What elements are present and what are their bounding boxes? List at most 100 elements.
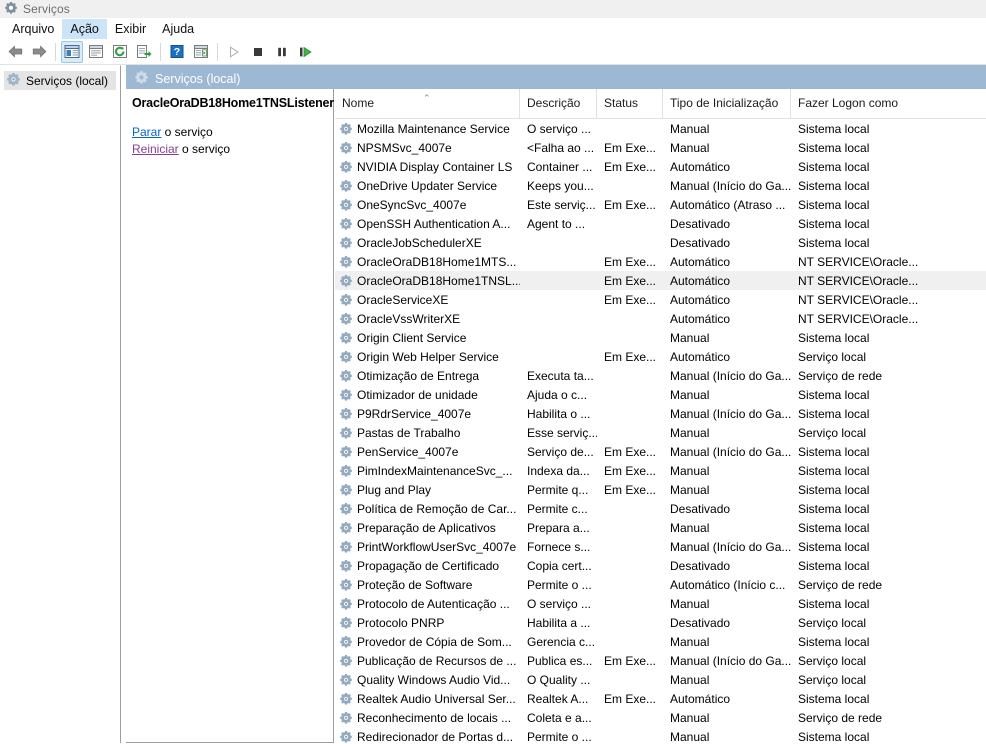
column-header-status[interactable]: Status bbox=[597, 89, 663, 118]
cell-nome: Proteção de Software bbox=[335, 578, 520, 592]
service-name-label: Provedor de Cópia de Som... bbox=[357, 634, 512, 649]
cell-nome: Redirecionador de Portas d... bbox=[335, 730, 520, 743]
service-name-label: Reconhecimento de locais ... bbox=[357, 710, 512, 725]
table-row[interactable]: Protocolo de Autenticação ... O serviço .… bbox=[335, 594, 986, 613]
cell-tipo-inicializacao: Desativado bbox=[670, 615, 731, 630]
table-row[interactable]: P9RdrService_4007e Habilita o ... Manual (… bbox=[335, 404, 986, 423]
cell-descricao: Copia cert... bbox=[527, 558, 592, 573]
properties-icon[interactable] bbox=[85, 41, 107, 63]
table-row[interactable]: OracleOraDB18Home1MTS... Em Exe... Automát… bbox=[335, 252, 986, 271]
menu-arquivo[interactable]: Arquivo bbox=[4, 19, 62, 39]
table-row[interactable]: OracleServiceXE Em Exe... Automático NT SER… bbox=[335, 290, 986, 309]
table-row[interactable]: Quality Windows Audio Vid... O Quality ..… bbox=[335, 670, 986, 689]
table-row[interactable]: OracleOraDB18Home1TNSL... Em Exe... Automá… bbox=[335, 271, 986, 290]
start-service-icon[interactable] bbox=[223, 41, 245, 63]
console-tree-pane: Serviços (local) bbox=[0, 65, 121, 743]
cell-nome: Plug and Play bbox=[335, 483, 520, 497]
refresh-icon[interactable] bbox=[109, 41, 131, 63]
help-icon[interactable]: ? bbox=[166, 41, 188, 63]
table-row[interactable]: Protocolo PNRP Habilita a ... Desativado Se… bbox=[335, 613, 986, 632]
cell-tipo-inicializacao: Manual (Início do Ga... bbox=[670, 406, 791, 421]
service-name-label: PrintWorkflowUserSvc_4007e bbox=[357, 539, 517, 554]
cell-nome: Realtek Audio Universal Ser... bbox=[335, 692, 520, 706]
table-row[interactable]: Mozilla Maintenance Service O serviço ...… bbox=[335, 119, 986, 138]
table-row[interactable]: OneSyncSvc_4007e Este serviç... Em Exe... A… bbox=[335, 195, 986, 214]
cell-tipo-inicializacao: Manual (Início do Ga... bbox=[670, 368, 791, 383]
table-row[interactable]: PimIndexMaintenanceSvc_... Indexa da... Em… bbox=[335, 461, 986, 480]
show-action-pane-icon[interactable] bbox=[190, 41, 212, 63]
cell-descricao: Executa ta... bbox=[527, 368, 594, 383]
table-row[interactable]: Publicação de Recursos de ... Publica es.… bbox=[335, 651, 986, 670]
table-row[interactable]: Proteção de Software Permite o ... Automát… bbox=[335, 575, 986, 594]
table-row[interactable]: Origin Web Helper Service Em Exe... Automá… bbox=[335, 347, 986, 366]
stop-service-link[interactable]: Parar bbox=[132, 125, 161, 139]
table-row[interactable]: Pastas de Trabalho Esse serviç... Manual Se… bbox=[335, 423, 986, 442]
pause-service-icon[interactable] bbox=[271, 41, 293, 63]
table-row[interactable]: Otimizador de unidade Ajuda o c... Manual S… bbox=[335, 385, 986, 404]
cell-tipo-inicializacao: Automático (Atraso ... bbox=[670, 197, 786, 212]
forward-arrow-icon[interactable] bbox=[28, 41, 50, 63]
table-row[interactable]: Propagação de Certificado Copia cert... De… bbox=[335, 556, 986, 575]
column-header-descricao[interactable]: Descrição bbox=[520, 89, 597, 118]
table-row[interactable]: Otimização de Entrega Executa ta... Manual… bbox=[335, 366, 986, 385]
cell-fazer-logon-como: Serviço local bbox=[798, 425, 867, 440]
stop-service-icon[interactable] bbox=[247, 41, 269, 63]
service-gear-icon bbox=[340, 331, 353, 344]
back-arrow-icon[interactable] bbox=[4, 41, 26, 63]
table-row[interactable]: PenService_4007e Serviço de... Em Exe... Ma… bbox=[335, 442, 986, 461]
cell-fazer-logon-como: Sistema local bbox=[798, 159, 870, 174]
cell-tipo-inicializacao: Manual (Início do Ga... bbox=[670, 444, 791, 459]
tree-item-services-local[interactable]: Serviços (local) bbox=[4, 71, 116, 90]
table-row[interactable]: Origin Client Service Manual Sistema local bbox=[335, 328, 986, 347]
cell-fazer-logon-como: Sistema local bbox=[798, 691, 870, 706]
cell-status: Em Exe... bbox=[604, 197, 657, 212]
table-row[interactable]: Política de Remoção de Car... Permite c..… bbox=[335, 499, 986, 518]
table-row[interactable]: OracleVssWriterXE Automático NT SERVICE\Or… bbox=[335, 309, 986, 328]
cell-tipo-inicializacao: Automático bbox=[670, 159, 731, 174]
export-list-icon[interactable] bbox=[133, 41, 155, 63]
cell-tipo-inicializacao: Manual bbox=[670, 425, 710, 440]
services-gears-icon bbox=[5, 1, 18, 17]
table-row[interactable]: OracleJobSchedulerXE Desativado Sistema lo… bbox=[335, 233, 986, 252]
column-header-fazer-logon-como[interactable]: Fazer Logon como bbox=[791, 89, 986, 118]
cell-status: Em Exe... bbox=[604, 159, 657, 174]
results-banner-tab[interactable]: Serviços (local) bbox=[126, 68, 255, 89]
separator-2 bbox=[160, 42, 161, 61]
service-name-label: PenService_4007e bbox=[357, 444, 459, 459]
cell-fazer-logon-como: Sistema local bbox=[798, 558, 870, 573]
show-hide-tree-icon[interactable] bbox=[61, 40, 83, 63]
cell-nome: Protocolo de Autenticação ... bbox=[335, 597, 520, 611]
cell-nome: Publicação de Recursos de ... bbox=[335, 654, 520, 668]
table-row[interactable]: Realtek Audio Universal Ser... Realtek A.… bbox=[335, 689, 986, 708]
menu-exibir[interactable]: Exibir bbox=[107, 19, 154, 39]
cell-tipo-inicializacao: Automático bbox=[670, 311, 731, 326]
service-name-label: OracleJobSchedulerXE bbox=[357, 235, 482, 250]
table-row[interactable]: Redirecionador de Portas d... Permite o .… bbox=[335, 727, 986, 743]
table-row[interactable]: NVIDIA Display Container LS Container ...… bbox=[335, 157, 986, 176]
menu-acao[interactable]: Ação bbox=[62, 18, 107, 39]
service-gear-icon bbox=[340, 578, 353, 591]
restart-service-link[interactable]: Reiniciar bbox=[132, 142, 179, 156]
service-gear-icon bbox=[340, 369, 353, 382]
table-row[interactable]: OpenSSH Authentication A... Agent to ... D… bbox=[335, 214, 986, 233]
cell-nome: Provedor de Cópia de Som... bbox=[335, 635, 520, 649]
column-header-tipo-inicializacao[interactable]: Tipo de Inicialização bbox=[663, 89, 791, 118]
cell-fazer-logon-como: Sistema local bbox=[798, 596, 870, 611]
service-name-label: PimIndexMaintenanceSvc_... bbox=[357, 463, 513, 478]
table-row[interactable]: NPSMSvc_4007e <Falha ao ... Em Exe... Manua… bbox=[335, 138, 986, 157]
column-header-nome[interactable]: Nome ⌃ bbox=[335, 89, 520, 118]
cell-tipo-inicializacao: Manual bbox=[670, 387, 710, 402]
cell-tipo-inicializacao: Desativado bbox=[670, 216, 731, 231]
table-row[interactable]: Preparação de Aplicativos Prepara a... Man… bbox=[335, 518, 986, 537]
menu-ajuda[interactable]: Ajuda bbox=[154, 19, 202, 39]
service-name-label: Quality Windows Audio Vid... bbox=[357, 672, 511, 687]
service-gear-icon bbox=[340, 616, 353, 629]
table-row[interactable]: OneDrive Updater Service Keeps you... Manu… bbox=[335, 176, 986, 195]
restart-service-icon[interactable] bbox=[295, 41, 317, 63]
table-row[interactable]: Plug and Play Permite q... Em Exe... Manual… bbox=[335, 480, 986, 499]
cell-descricao: Coleta e a... bbox=[527, 710, 592, 725]
table-row[interactable]: Reconhecimento de locais ... Coleta e a..… bbox=[335, 708, 986, 727]
table-row[interactable]: Provedor de Cópia de Som... Gerencia c...… bbox=[335, 632, 986, 651]
cell-tipo-inicializacao: Manual bbox=[670, 520, 710, 535]
table-row[interactable]: PrintWorkflowUserSvc_4007e Fornece s... Ma… bbox=[335, 537, 986, 556]
